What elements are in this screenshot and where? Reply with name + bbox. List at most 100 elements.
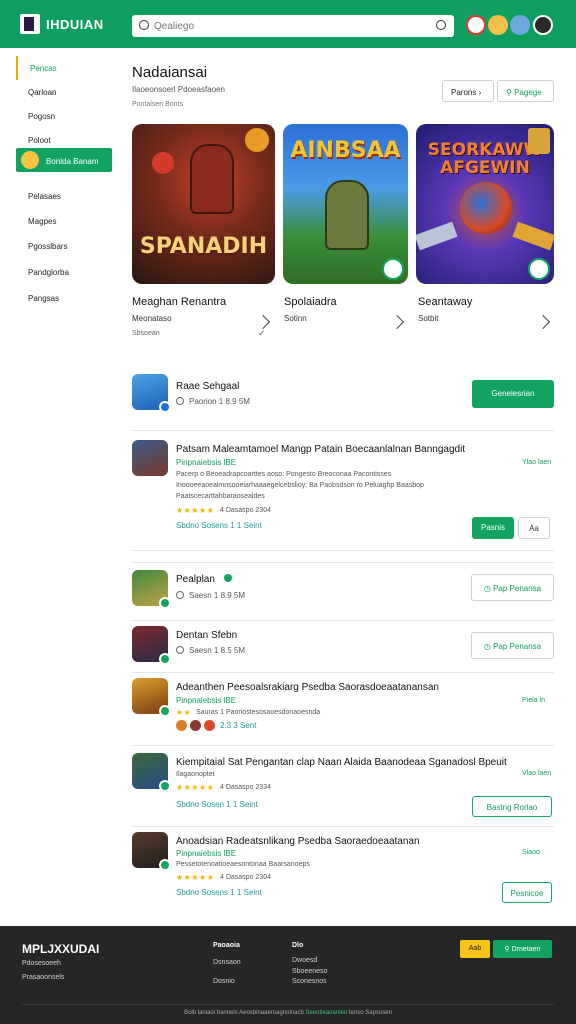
row-tags: Sbdno Sosens 1 1 Seint	[176, 521, 262, 530]
share-button[interactable]: ⚲ Pagege	[497, 80, 554, 102]
share-button-label: Pagege	[514, 88, 542, 97]
check-icon: ✓	[258, 328, 266, 338]
blaster-left-icon	[416, 221, 458, 251]
clock-icon	[176, 646, 184, 654]
app-icon[interactable]	[132, 374, 171, 413]
app-icon[interactable]	[132, 440, 168, 476]
sidebar-item-pangsas[interactable]: Pangsas	[16, 286, 112, 310]
secondary-action-button-label: Pap Penansa	[493, 584, 542, 593]
sidebar-item-magpes[interactable]: Magpes	[16, 209, 112, 233]
app-icon[interactable]	[132, 832, 171, 871]
featured-sub2-1: Sbsoean	[132, 330, 160, 337]
row-title[interactable]: Patsam Maleamtamoel Mangp Patain Boecaan…	[176, 444, 465, 455]
app-logo-icon[interactable]	[20, 14, 40, 34]
divider	[132, 672, 554, 673]
sidebar-item-qarloan[interactable]: Qarloan	[16, 80, 112, 104]
row-publisher[interactable]: Pinpnaiebsis lBE	[176, 849, 236, 858]
notifications-icon[interactable]	[466, 15, 486, 35]
copyright: Bolb laniaoi bannels Aeosbinaaeroagnolna…	[0, 1010, 576, 1016]
row-title[interactable]: Kiempitaial Sat Pengantan clap Naan Alai…	[176, 757, 507, 768]
row-title[interactable]: Anoadsian Radeatsnlikang Psedba Saoraedo…	[176, 836, 420, 847]
row-description: Inoooeeaoealmnsooeiarhaaaegelcebslioy: B…	[176, 482, 424, 489]
fireball-icon	[152, 152, 174, 174]
sidebar-item-pencas[interactable]: Pencas	[16, 56, 112, 80]
featured-card-image-3[interactable]: SEORKAWW AFGEWIN	[416, 124, 554, 284]
install-button[interactable]: Pasnis	[472, 517, 514, 539]
character-portrait-icon	[528, 128, 550, 154]
footer-link[interactable]: Sboeeneso	[292, 968, 327, 975]
sidebar-item-bonlda-banam[interactable]: Bonlda Banam	[16, 148, 112, 172]
featured-sub-2: Sotinn	[284, 314, 307, 323]
verified-badge-icon	[159, 705, 171, 717]
primary-action-button[interactable]: Genelesrian	[472, 380, 554, 408]
avatar	[204, 720, 215, 731]
footer-link[interactable]: Dsnsaon	[213, 959, 241, 966]
rating-count: 4 Dasaspo 2304	[220, 874, 271, 881]
footer-brand[interactable]: MPLJXXUDAI	[22, 942, 99, 956]
footer-link[interactable]: Dwoesd	[292, 957, 317, 964]
avatar	[190, 720, 201, 731]
row-publisher[interactable]: Pinpnaiebsis lBE	[176, 696, 236, 705]
search-input[interactable]	[154, 18, 424, 34]
footer-link[interactable]: Prasaoonsels	[22, 974, 64, 981]
chevron-right-icon: ›	[478, 88, 482, 97]
featured-name-3[interactable]: Seantaway	[418, 296, 472, 308]
featured-name-1[interactable]: Meaghan Renantra	[132, 296, 226, 308]
share-icon[interactable]	[389, 314, 405, 330]
share-icon[interactable]	[255, 314, 271, 330]
sidebar-item-pogosn[interactable]: Pogosn	[16, 104, 112, 128]
star-rating-icon: ★★	[176, 708, 192, 717]
row-title[interactable]: Adeanthen Peesoalsrakiarg Psedba Saorasd…	[176, 682, 439, 693]
secondary-action-button[interactable]: ◷ Pap Penansa	[471, 632, 554, 659]
more-button[interactable]: Aa	[518, 517, 550, 539]
footer-link[interactable]: Pdosesoeeh	[22, 960, 61, 967]
clock-icon: ◷	[483, 642, 491, 651]
sidebar-item-pelasaes[interactable]: Pelasaes	[16, 184, 112, 208]
link-icon: ⚲	[504, 946, 510, 953]
brand-name[interactable]: IHDUIAN	[46, 17, 104, 32]
footer-link[interactable]: Dosnio	[213, 978, 235, 985]
secondary-action-button[interactable]: Bastng Rorlao	[472, 796, 552, 817]
filter-button[interactable]: Parons ›	[442, 80, 494, 102]
copyright-text: Bolb laniaoi bannels Aeosbinaaeroagnolna…	[184, 1010, 304, 1016]
clock-icon	[176, 591, 184, 599]
sidebar-item-pgosslbars[interactable]: Pgosslbars	[16, 234, 112, 258]
search-submit-icon[interactable]	[436, 20, 446, 30]
app-icon[interactable]	[132, 626, 171, 665]
row-publisher[interactable]: Ilagaonoptet	[176, 771, 215, 778]
featured-card-image-2[interactable]: AINBSAA	[283, 124, 408, 284]
rewards-icon[interactable]	[488, 15, 508, 35]
app-icon[interactable]	[132, 753, 171, 792]
featured-card-image-1[interactable]: SPANADIH	[132, 124, 275, 284]
footer-yellow-button[interactable]: Aab	[460, 940, 490, 958]
app-icon[interactable]	[132, 678, 171, 717]
share-icon[interactable]	[535, 314, 551, 330]
verified-badge-icon	[224, 574, 232, 582]
verified-badge-icon	[159, 780, 171, 792]
footer-col-heading: Dlo	[292, 942, 304, 949]
app-icon[interactable]	[132, 570, 171, 609]
rating-count: 4 Dasaspo 2334	[220, 784, 271, 791]
row-title[interactable]: Dentan Sfebn	[176, 630, 237, 641]
avatar[interactable]	[510, 15, 530, 35]
divider	[22, 1004, 554, 1005]
divider	[132, 620, 554, 621]
row-publisher[interactable]: Pinpnaiebsis lBE	[176, 458, 236, 467]
featured-name-2[interactable]: Spolaiadra	[284, 296, 337, 308]
row-title[interactable]: Raae Sehgaal	[176, 381, 239, 392]
filter-button-label: Parons	[451, 88, 477, 97]
secondary-action-button[interactable]: Pesnicoe	[502, 882, 552, 903]
secondary-action-button[interactable]: ◷ Pap Penansa	[471, 574, 554, 601]
star-rating-icon: ★★★★★	[176, 506, 215, 515]
footer-green-button-label: Drnetaen	[511, 946, 541, 953]
row-side-label: Vlao laen	[522, 770, 552, 777]
search-bar[interactable]	[132, 15, 454, 37]
row-tags: Sbdno Sosens 1 1 Seint	[176, 888, 262, 897]
copyright-link[interactable]: Seeotieaoanleo	[306, 1010, 348, 1016]
blaster-right-icon	[512, 221, 554, 251]
row-title[interactable]: Pealplan	[176, 574, 215, 585]
sidebar-item-pandglorba[interactable]: Pandglorba	[16, 260, 112, 284]
account-icon[interactable]	[533, 15, 553, 35]
footer-green-button[interactable]: ⚲ Drnetaen	[493, 940, 552, 958]
footer-link[interactable]: Sconesnos	[292, 978, 327, 985]
